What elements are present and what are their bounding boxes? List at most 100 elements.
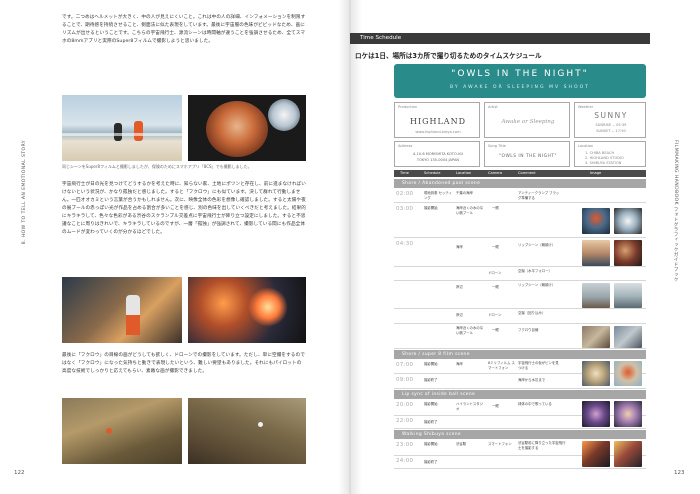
time-schedule-label: Time Schedule [360,35,402,41]
side-tab-right: FILMMAKING HANDBOOK フォトグラフィックガイドブック [673,140,678,282]
section-row: Shore / super 8 film scene [394,350,646,359]
row-time: 04:30 [396,241,414,247]
page-number-left: 122 [14,470,25,476]
row-comment: 球体の中で歌っている [518,402,552,406]
row-camera: 一眼 [492,404,499,408]
row-location: 岸辺 [456,285,463,289]
row-camera: ドローン [488,271,502,275]
photo-caption: 同じシーンをSuper8フィルムと撮影しましたが、保険のためにスマホアプリ「8C… [62,164,252,169]
col-schedule: Schedule [424,171,441,175]
thumb-pool [582,326,610,348]
row-schedule: 撮影終了 [424,460,438,464]
section-title-2: Shore / super 8 film scene [402,352,470,357]
row-location: 海岸 [456,245,463,249]
table-row: 24:00 撮影終了 [394,457,646,469]
row-location: 海岸 [456,362,463,366]
row-camera: 一眼 [492,328,499,332]
row-location: ハイランドスタジオ [456,402,484,411]
row-schedule: 撮影開始 [424,442,438,446]
production-value: HIGHLAND [409,117,466,126]
row-camera: 8ミリフィルム スマートフォン [488,361,515,370]
weather-label: Weather [578,105,594,109]
table-row: 20:00 撮影開始 ハイランドスタジオ 一眼 球体の中で歌っている [394,400,646,427]
table-row: 岸辺 ドローン 空撮（回り込み） [394,310,646,324]
row-comment: 渋谷駅前に降り立った宇宙飛行士を撮影する [518,441,566,450]
table-row: 09:00 撮影終了 海岸から水辺まで [394,375,646,389]
page-number-right: 123 [674,470,685,476]
thumb-sunrise-shore [582,240,610,266]
artist-value: Awake or Sleeping [501,119,555,125]
left-paragraph-1: です。二つめはヘルメットが大きく、中の人が見えにくいこと。これは中の人の詳細、イ… [62,15,306,44]
row-comment: リップシーン（朝焼け） [518,243,556,247]
row-comment: 空撮（回り込み） [518,311,546,315]
row-schedule: 現地到着 セッティング [424,191,452,200]
row-location: 海岸近くの水のない廃プール [456,326,484,335]
thumb-sea-horizon [614,283,642,308]
table-row: 23:00 撮影開始 渋谷駅 スマートフォン 渋谷駅前に降り立った宇宙飛行士を撮… [394,440,646,467]
left-paragraph-2: 宇宙飛行士が日の光を見つけてどうするかを考えた時に、知らない家、土地にポツンと存… [62,182,306,235]
row-comment: 海岸から水辺まで [518,378,546,382]
photo-drone-aerial-1 [62,398,182,464]
table-row: 22:00 撮影終了 [394,417,646,429]
production-label: Production [398,105,418,109]
row-time: 23:00 [396,442,414,448]
sunset-time: SUNSET -- 17:50 [596,129,626,133]
location-box: Location 1. CHIBA BEACH 2. HIGHLAND STUD… [574,141,646,167]
table-row: 04:30 海岸 一眼 リップシーン（朝焼け） [394,239,646,267]
row-comment: アンティークランプ フラッグ準備する [518,191,560,200]
row-camera: ドローン [488,313,502,317]
row-time: 09:00 [396,377,414,383]
row-time: 02:00 [396,191,414,197]
row-schedule: 撮影開始 [424,402,438,406]
section-title-4: Walking Shibuya scene [402,432,462,437]
photo-beach-astronauts [62,95,182,161]
row-schedule: 撮影終了 [424,378,438,382]
row-comment: 空撮（水平フォロー） [518,269,552,273]
time-schedule-bar: Time Schedule [350,33,650,44]
section-title-1: Shore / Abandoned pool scene [402,181,481,186]
banner-title: "OWLS IN THE NIGHT" [451,69,589,79]
location-1: 1. CHIBA BEACH [585,151,615,155]
thumb-astronaut-face [614,240,642,266]
side-tab-left: 8. HOW TO TELL AN EMOTIONAL STORY [22,140,27,245]
magazine-spread: です。二つめはヘルメットが大きく、中の人が見えにくいこと。これは中の人の詳細、イ… [0,0,700,494]
schedule-heading: ロケは1日、場所は3カ所で撮り切るためのタイムスケジュール [355,52,542,60]
section-row: Walking Shibuya scene [394,430,646,439]
thumb-helmet [614,208,642,234]
row-location: 渋谷駅 [456,442,467,446]
song-title-value: "OWLS IN THE NIGHT" [498,154,558,159]
song-title-label: Song Title [488,144,506,148]
address-label: Address [398,144,413,148]
row-location: 岸辺 [456,313,463,317]
row-camera: スマートフォン [488,442,512,446]
row-location: 海岸近くの水のない廃プール [456,206,484,215]
section-title-3: Lip sync of inside ball scene [402,392,476,397]
row-time: 24:00 [396,458,414,464]
banner-subtitle: BY AWAKE OR SLEEPING MV SHOOT [450,85,590,90]
address-line-2: TOKYO 135-0004 JAPAN [416,158,460,162]
left-paragraph-3: 最後に「フクロウ」の目線の画がどうしても欲しく、ドローンでの撮影をしています。た… [62,353,305,374]
col-comment: Comment [518,171,536,175]
table-row: 海岸近くの水のない廃プール 一眼 フクロウ目線 [394,325,646,349]
thumb-astronaut-blue [582,208,610,234]
section-row: Lip sync of inside ball scene [394,390,646,399]
photo-city-lights [188,277,306,343]
address-line-1: 4-10-6 MORISHITA KOTO-KU [412,152,464,156]
row-comment: リップシーン（朝焼け） [518,283,556,287]
row-schedule: 撮影開始 [424,362,438,366]
table-row: 03:00 撮影開始 海岸近くの水のない廃プール 一眼 [394,204,646,238]
photo-drone-aerial-2 [188,398,306,464]
table-row: 07:00 撮影開始 海岸 8ミリフィルム スマートフォン 宇宙飛行士の仮がビン… [394,360,646,386]
thumb-owl-view [614,326,642,348]
sunrise-time: SUNRISE -- 05:39 [595,123,627,127]
row-time: 20:00 [396,402,414,408]
row-schedule: 撮影終了 [424,420,438,424]
song-title-box: Song Title "OWLS IN THE NIGHT" [484,141,570,167]
section-row: Shore / Abandoned pool scene [394,179,646,188]
shoot-title-banner: "OWLS IN THE NIGHT" BY AWAKE OR SLEEPING… [394,64,646,98]
weather-box: Weather SUNNY SUNRISE -- 05:39 SUNSET --… [574,102,646,138]
weather-value: SUNNY [594,111,628,120]
location-2: 2. HIGHLAND STUDIO [585,156,624,160]
row-camera: 一眼 [492,285,499,289]
photo-astronaut-helmet-closeup [188,95,306,161]
